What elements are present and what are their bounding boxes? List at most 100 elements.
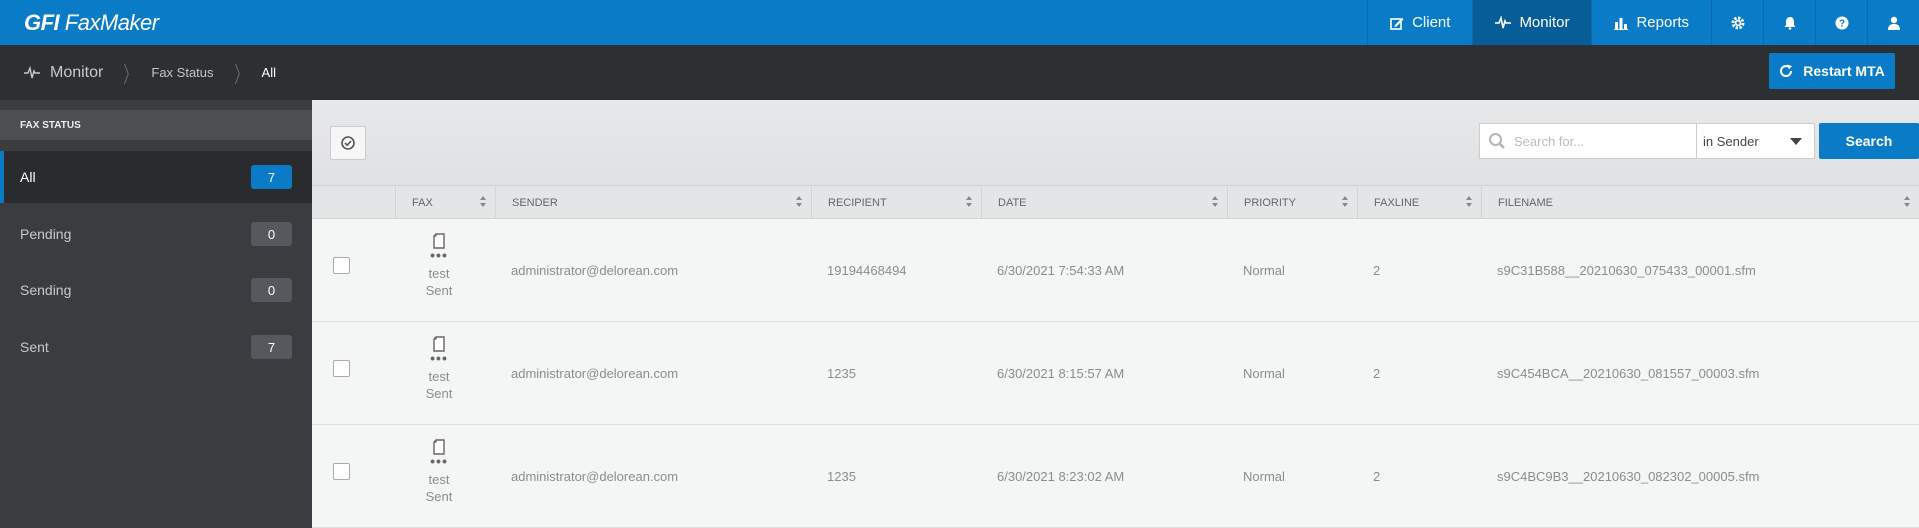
fax-status: Sent: [425, 283, 453, 298]
top-nav: Client Monitor Reports ?: [1367, 0, 1919, 45]
caret-down-icon: [1790, 138, 1802, 145]
more-icon[interactable]: •••: [430, 351, 448, 365]
breadcrumb-current: All: [261, 65, 276, 80]
sidebar: FAX STATUS All 7 Pending 0 Sending 0 Sen…: [0, 100, 312, 528]
sidebar-item-sending[interactable]: Sending 0: [0, 264, 312, 316]
breadcrumb-root[interactable]: Monitor: [24, 64, 103, 82]
fax-cell[interactable]: ••• test Sent: [402, 336, 476, 402]
sidebar-item-label: Sent: [20, 339, 49, 355]
sort-icon: [479, 196, 487, 208]
pulse-icon: [24, 65, 40, 78]
row-checkbox[interactable]: [333, 257, 350, 274]
column-header-filename[interactable]: FILENAME: [1481, 186, 1919, 219]
select-all-button[interactable]: [330, 126, 366, 160]
date-cell: 6/30/2021 8:23:02 AM: [997, 468, 1125, 484]
search-button[interactable]: Search: [1819, 123, 1919, 159]
settings-button[interactable]: [1711, 0, 1763, 45]
user-button[interactable]: [1867, 0, 1919, 45]
breadcrumb-root-label: Monitor: [50, 63, 104, 81]
column-header-label: DATE: [998, 196, 1027, 209]
search-scope-select[interactable]: in Sender: [1697, 123, 1815, 159]
sort-icon: [1465, 196, 1473, 208]
column-header-date[interactable]: DATE: [981, 186, 1227, 219]
refresh-icon: [1780, 64, 1793, 77]
table-header: FAX SENDER RECIPIENT DATE PRIORITY FAXLI…: [312, 185, 1919, 219]
fax-cell[interactable]: ••• test Sent: [402, 439, 476, 505]
check-circle-icon: [341, 136, 355, 150]
sidebar-item-all[interactable]: All 7: [0, 151, 312, 203]
count-badge: 0: [251, 222, 292, 246]
table-row[interactable]: ••• test Sent administrator@delorean.com…: [312, 425, 1919, 528]
fax-name: test: [428, 369, 450, 384]
priority-cell: Normal: [1243, 262, 1285, 278]
sidebar-item-pending[interactable]: Pending 0: [0, 208, 312, 260]
recipient-cell: 1235: [827, 365, 856, 381]
svg-text:?: ?: [1838, 18, 1844, 29]
faxline-cell: 2: [1373, 468, 1381, 484]
date-cell: 6/30/2021 8:15:57 AM: [997, 365, 1125, 381]
column-header-priority[interactable]: PRIORITY: [1227, 186, 1357, 219]
chevron-right-icon: 〉: [123, 62, 137, 88]
breadcrumb: Monitor 〉 Fax Status 〉 All Restart MTA: [0, 45, 1919, 100]
bar-chart-icon: [1614, 17, 1629, 30]
search-field[interactable]: [1479, 123, 1697, 159]
sender-cell: administrator@delorean.com: [511, 365, 679, 381]
gear-icon: [1731, 16, 1744, 29]
breadcrumb-fax-status[interactable]: Fax Status: [151, 65, 213, 80]
sidebar-item-label: Pending: [20, 226, 72, 242]
sort-icon: [1903, 196, 1911, 208]
sender-cell: administrator@delorean.com: [511, 262, 679, 278]
search-scope-value: in Sender: [1703, 133, 1759, 149]
bell-icon: [1784, 16, 1795, 30]
help-icon: ?: [1835, 16, 1848, 29]
column-header-label: RECIPIENT: [828, 196, 887, 209]
date-cell: 6/30/2021 7:54:33 AM: [997, 262, 1125, 278]
column-header-select: [312, 186, 395, 219]
more-icon[interactable]: •••: [430, 248, 448, 262]
row-checkbox[interactable]: [333, 463, 350, 480]
table-row[interactable]: ••• test Sent administrator@delorean.com…: [312, 219, 1919, 322]
restart-mta-button[interactable]: Restart MTA: [1769, 53, 1895, 89]
notifications-button[interactable]: [1763, 0, 1815, 45]
column-header-fax[interactable]: FAX: [395, 186, 495, 219]
nav-monitor[interactable]: Monitor: [1472, 0, 1592, 45]
row-checkbox[interactable]: [333, 360, 350, 377]
count-badge: 7: [251, 165, 292, 189]
pulse-icon: [1495, 15, 1512, 28]
fax-name: test: [428, 266, 450, 281]
toolbar: in Sender Search: [312, 100, 1919, 185]
edit-icon: [1390, 17, 1404, 30]
filename-cell: s9C4BC9B3__20210630_082302_00005.sfm: [1497, 468, 1760, 484]
search-icon: [1489, 133, 1505, 149]
column-header-label: PRIORITY: [1244, 196, 1296, 209]
column-header-label: SENDER: [512, 196, 558, 209]
nav-client[interactable]: Client: [1367, 0, 1472, 45]
sidebar-item-label: Sending: [20, 282, 72, 298]
column-header-label: FAXLINE: [1374, 196, 1420, 209]
column-header-faxline[interactable]: FAXLINE: [1357, 186, 1481, 219]
sidebar-heading: FAX STATUS: [0, 110, 312, 140]
nav-reports-label: Reports: [1636, 14, 1689, 31]
column-header-sender[interactable]: SENDER: [495, 186, 811, 219]
help-button[interactable]: ?: [1815, 0, 1867, 45]
chevron-right-icon: 〉: [233, 62, 248, 88]
fax-status: Sent: [425, 489, 453, 504]
search-input[interactable]: [1514, 133, 1684, 149]
table-row[interactable]: ••• test Sent administrator@delorean.com…: [312, 322, 1919, 425]
fax-status: Sent: [425, 386, 453, 401]
fax-cell[interactable]: ••• test Sent: [402, 233, 476, 299]
nav-reports[interactable]: Reports: [1591, 0, 1711, 45]
filename-cell: s9C454BCA__20210630_081557_00003.sfm: [1497, 365, 1760, 381]
sidebar-item-sent[interactable]: Sent 7: [0, 321, 312, 373]
more-icon[interactable]: •••: [430, 454, 448, 468]
sender-cell: administrator@delorean.com: [511, 468, 679, 484]
column-header-recipient[interactable]: RECIPIENT: [811, 186, 981, 219]
sidebar-item-label: All: [20, 169, 36, 185]
count-badge: 0: [251, 278, 292, 302]
priority-cell: Normal: [1243, 365, 1285, 381]
fax-name: test: [428, 472, 450, 487]
top-bar: GFI FaxMaker Client Monitor Reports ?: [0, 0, 1919, 45]
app-logo[interactable]: GFI FaxMaker: [24, 10, 159, 36]
nav-client-label: Client: [1412, 14, 1451, 31]
column-header-label: FAX: [412, 196, 433, 209]
